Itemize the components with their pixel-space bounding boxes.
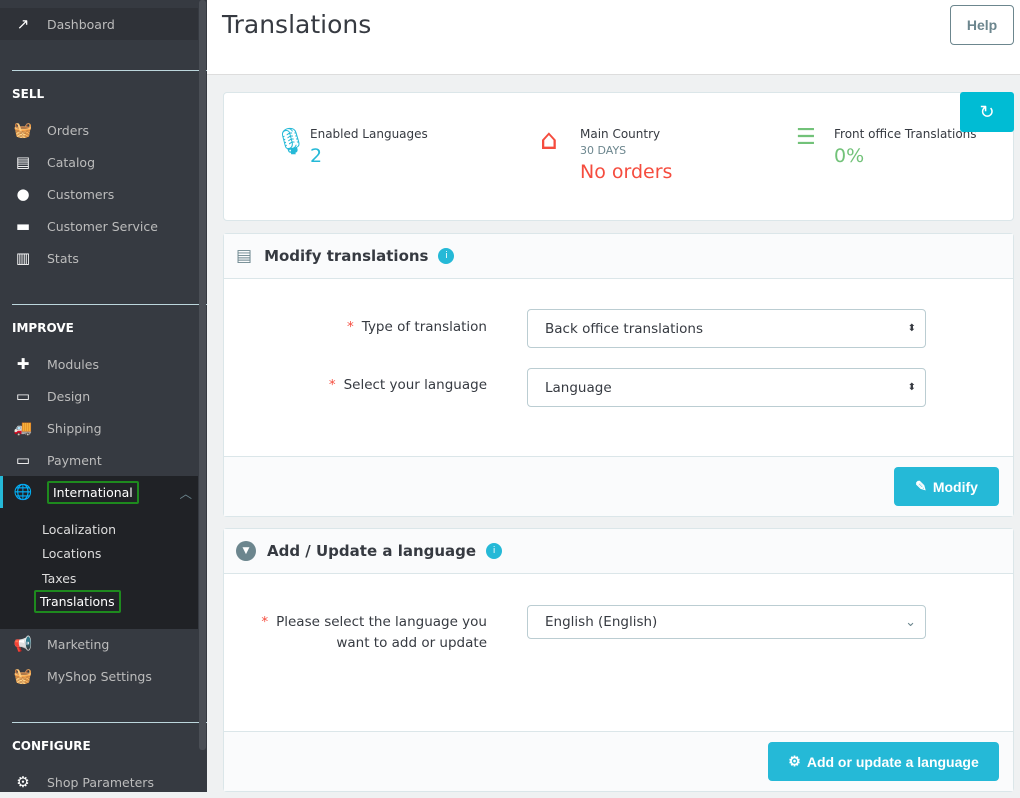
gear-icon: ⚙: [16, 773, 30, 791]
chevron-down-icon: ⌄: [905, 614, 916, 630]
megaphone-icon: 📢: [13, 635, 33, 653]
section-sell: SELL: [12, 87, 45, 101]
add-update-language-button[interactable]: ⚙ Add or update a language: [768, 742, 999, 781]
submenu-international: Localization Locations Taxes Translation…: [0, 508, 198, 629]
card-header: ▤ Modify translations i: [224, 234, 1013, 279]
kpi-front-office-translations: ☰ Front office Translations 0%: [796, 125, 977, 168]
refresh-button[interactable]: ↻: [960, 92, 1014, 132]
modify-translations-card: ▤ Modify translations i * Type of translati…: [223, 233, 1014, 517]
help-button[interactable]: Help: [950, 5, 1014, 45]
add-update-language-card: ▼ Add / Update a language i * Please select…: [223, 528, 1014, 792]
modify-button[interactable]: ✎ Modify: [894, 467, 999, 506]
bar-chart-icon: ▥: [15, 249, 31, 267]
sidebar-item-customers[interactable]: ● Customers: [0, 178, 198, 210]
sidebar-item-customer-service[interactable]: ▬ Customer Service: [0, 210, 198, 242]
select-language-label: * Select your language: [328, 377, 487, 393]
chevron-up-icon[interactable]: ︿: [179, 483, 192, 502]
select-language-add-label: * Please select the language you want to …: [261, 614, 487, 651]
home-icon: ⌂: [540, 123, 558, 156]
pencil-icon: ✎: [915, 478, 927, 494]
sidebar-item-stats[interactable]: ▥ Stats: [0, 242, 198, 274]
card-footer: ⚙ Add or update a language: [224, 731, 1013, 791]
sidebar-item-myshop-settings[interactable]: 🧺 MyShop Settings: [0, 660, 198, 692]
credit-card-icon: ▭: [15, 451, 31, 469]
kpi-enabled-languages: 🎙 Enabled Languages 2: [274, 127, 428, 167]
basket-icon: 🧺: [13, 121, 33, 139]
language-select[interactable]: Language ⬍: [527, 368, 926, 407]
sidebar-item-marketing[interactable]: 📢 Marketing: [0, 628, 198, 660]
info-icon[interactable]: i: [438, 248, 455, 264]
microphone-icon: 🎙: [274, 127, 308, 157]
account-circle-icon: ●: [16, 185, 30, 203]
store-icon: ▤: [15, 153, 31, 171]
sidebar-subitem-locations[interactable]: Locations: [42, 546, 101, 561]
sidebar-subitem-translations[interactable]: Translations: [34, 590, 121, 613]
sidebar-subitem-taxes[interactable]: Taxes: [42, 571, 76, 586]
sort-arrows-icon: ⬍: [907, 382, 916, 393]
gear-icon: ⚙: [788, 753, 801, 769]
sidebar-item-international[interactable]: 🌐 International ︿: [0, 476, 198, 508]
collapse-icon[interactable]: ▼: [236, 541, 256, 561]
monitor-icon: ▭: [15, 387, 31, 405]
type-of-translation-select[interactable]: Back office translations ⬍: [527, 309, 926, 348]
page-header: Translations Help: [207, 0, 1020, 75]
list-icon: ☰: [796, 125, 816, 150]
divider: [12, 722, 207, 723]
sidebar-item-shop-parameters[interactable]: ⚙ Shop Parameters: [0, 766, 198, 798]
sidebar-item-dashboard[interactable]: ↗ Dashboard: [0, 8, 198, 40]
sidebar-item-orders[interactable]: 🧺 Orders: [0, 114, 198, 146]
refresh-icon: ↻: [979, 101, 995, 122]
sidebar-item-shipping[interactable]: 🚚 Shipping: [0, 412, 198, 444]
section-configure: CONFIGURE: [12, 739, 91, 753]
sidebar-item-catalog[interactable]: ▤ Catalog: [0, 146, 198, 178]
sort-arrows-icon: ⬍: [907, 323, 916, 334]
kpi-main-country: ⌂ Main Country 30 DAYS No orders: [540, 123, 673, 184]
add-language-select[interactable]: English (English) ⌄: [527, 605, 926, 639]
sidebar-item-modules[interactable]: ✚ Modules: [0, 348, 198, 380]
type-of-translation-label: * Type of translation: [347, 319, 487, 335]
divider: [12, 304, 207, 305]
basket-icon: 🧺: [13, 667, 33, 685]
sidebar-item-payment[interactable]: ▭ Payment: [0, 444, 198, 476]
puzzle-icon: ✚: [16, 355, 30, 373]
chat-icon: ▬: [15, 217, 31, 235]
page-title: Translations: [222, 10, 372, 39]
truck-icon: 🚚: [13, 419, 33, 437]
card-header: ▼ Add / Update a language i: [224, 529, 1013, 574]
sidebar: ↗ Dashboard SELL 🧺 Orders ▤ Catalog ● Custom…: [0, 0, 207, 792]
sidebar-item-design[interactable]: ▭ Design: [0, 380, 198, 412]
document-icon: ▤: [236, 246, 253, 266]
sidebar-scrollbar[interactable]: [199, 0, 206, 750]
globe-icon: 🌐: [13, 483, 33, 501]
section-improve: IMPROVE: [12, 321, 74, 335]
trending-up-icon: ↗: [16, 15, 30, 33]
sidebar-subitem-localization[interactable]: Localization: [42, 522, 116, 537]
kpi-card: 🎙 Enabled Languages 2 ⌂ Main Country 30 DA…: [223, 92, 1014, 221]
divider: [12, 70, 207, 71]
card-footer: ✎ Modify: [224, 456, 1013, 516]
info-icon[interactable]: i: [486, 543, 503, 559]
